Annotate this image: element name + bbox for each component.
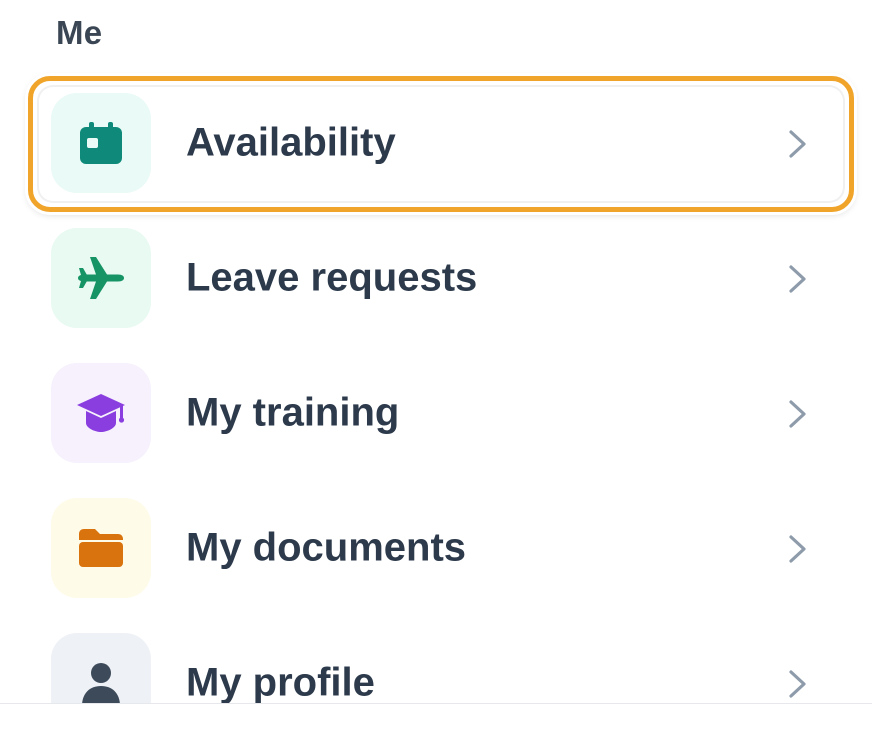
- chevron-right-icon: [789, 670, 806, 698]
- menu-item-my-training[interactable]: My training: [0, 363, 872, 473]
- folder-icon: [79, 529, 123, 567]
- chevron-right-icon: [789, 130, 806, 158]
- availability-icon-box: [51, 93, 151, 193]
- my-documents-icon-box: [51, 498, 151, 598]
- chevron-right-icon: [789, 400, 806, 428]
- chevron-right-icon: [789, 535, 806, 563]
- menu-item-leave-requests[interactable]: Leave requests: [0, 228, 872, 338]
- bottom-divider: [0, 703, 872, 704]
- my-training-icon-box: [51, 363, 151, 463]
- bottom-bar: [0, 704, 872, 730]
- airplane-icon: [78, 257, 124, 299]
- leave-requests-icon-box: [51, 228, 151, 328]
- menu-item-label: Leave requests: [186, 255, 478, 300]
- menu-item-availability[interactable]: Availability: [0, 93, 872, 203]
- me-screen: Me Availability Leave requests My traini…: [0, 0, 872, 730]
- menu-item-my-documents[interactable]: My documents: [0, 498, 872, 608]
- chevron-right-icon: [789, 265, 806, 293]
- menu-item-label: Availability: [186, 120, 396, 165]
- menu-list: Availability Leave requests My training …: [0, 0, 872, 730]
- menu-item-label: My training: [186, 390, 400, 435]
- menu-item-label: My documents: [186, 525, 467, 570]
- calendar-icon: [80, 122, 122, 164]
- menu-item-label: My profile: [186, 660, 375, 705]
- person-icon: [82, 663, 120, 706]
- graduation-cap-icon: [77, 394, 125, 432]
